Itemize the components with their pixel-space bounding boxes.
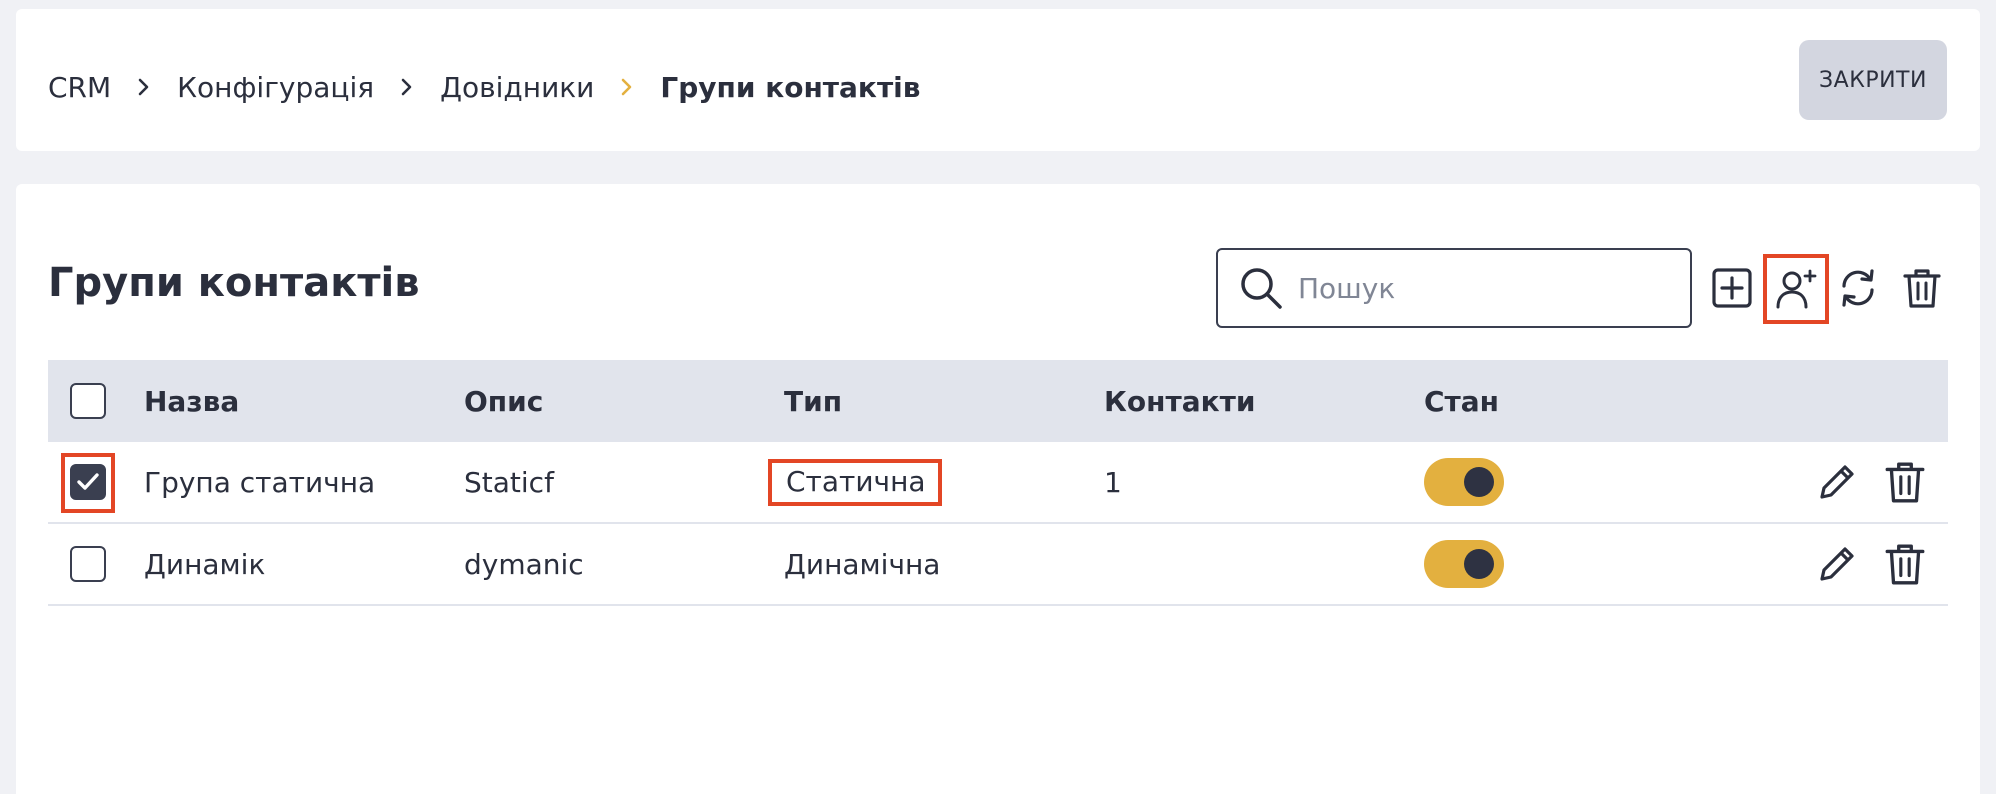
refresh-button[interactable]: [1834, 264, 1882, 312]
add-contacts-button[interactable]: [1763, 254, 1829, 324]
cell-type: Статична: [768, 458, 942, 506]
refresh-icon: [1842, 269, 1874, 307]
cell-name: Динамік: [144, 547, 266, 581]
search-box[interactable]: [1216, 248, 1692, 328]
cell-type: Динамічна: [784, 547, 941, 581]
cell-description: Staticf: [464, 465, 554, 499]
breadcrumb-configuration[interactable]: Конфігурація: [177, 71, 374, 104]
breadcrumb: CRM Конфігурація Довідники Групи контакт…: [48, 67, 920, 107]
state-toggle[interactable]: [1424, 540, 1504, 588]
table-row[interactable]: Динамік dymanic Динамічна: [48, 524, 1948, 606]
column-header-contacts[interactable]: Контакти: [1104, 385, 1424, 418]
column-header-name[interactable]: Назва: [144, 385, 464, 418]
state-toggle[interactable]: [1424, 458, 1504, 506]
toggle-knob: [1464, 467, 1494, 497]
contact-groups-table: Назва Опис Тип Контакти Стан Група стати…: [48, 360, 1948, 606]
chevron-right-icon: [111, 77, 177, 97]
add-group-button[interactable]: [1708, 264, 1756, 312]
page-title: Групи контактів: [48, 260, 420, 306]
column-header-type[interactable]: Тип: [784, 385, 1104, 418]
cell-description: dymanic: [464, 547, 584, 581]
close-button[interactable]: ЗАКРИТИ: [1799, 40, 1947, 120]
chevron-right-icon: [374, 77, 440, 97]
contact-groups-panel: Групи контактів Пошук Назва Опис Тип Кон…: [16, 184, 1980, 794]
trash-icon: [1903, 269, 1941, 308]
top-bar: CRM Конфігурація Довідники Групи контакт…: [16, 9, 1980, 151]
chevron-right-icon: [594, 77, 660, 97]
cell-name: Група статична: [144, 465, 376, 499]
column-header-state[interactable]: Стан: [1424, 385, 1724, 418]
table-row[interactable]: Група статична Staticf Статична 1: [48, 442, 1948, 524]
trash-icon[interactable]: [1882, 459, 1928, 505]
toggle-knob: [1464, 549, 1494, 579]
trash-icon[interactable]: [1882, 541, 1928, 587]
search-icon: [1241, 268, 1282, 309]
column-header-description[interactable]: Опис: [464, 385, 784, 418]
row-checkbox[interactable]: [70, 546, 106, 582]
breadcrumb-current: Групи контактів: [660, 70, 921, 104]
add-user-icon: [1776, 269, 1817, 309]
add-square-icon: [1712, 268, 1752, 308]
edit-icon[interactable]: [1814, 459, 1860, 505]
highlight-frame: [61, 453, 115, 513]
select-all-checkbox[interactable]: [70, 383, 106, 419]
search-input[interactable]: [1298, 271, 1678, 305]
table-header: Назва Опис Тип Контакти Стан: [48, 360, 1948, 442]
breadcrumb-crm[interactable]: CRM: [48, 71, 111, 104]
cell-contacts: 1: [1104, 465, 1122, 499]
delete-selected-button[interactable]: [1898, 264, 1946, 312]
breadcrumb-directories[interactable]: Довідники: [440, 71, 594, 104]
edit-icon[interactable]: [1814, 541, 1860, 587]
